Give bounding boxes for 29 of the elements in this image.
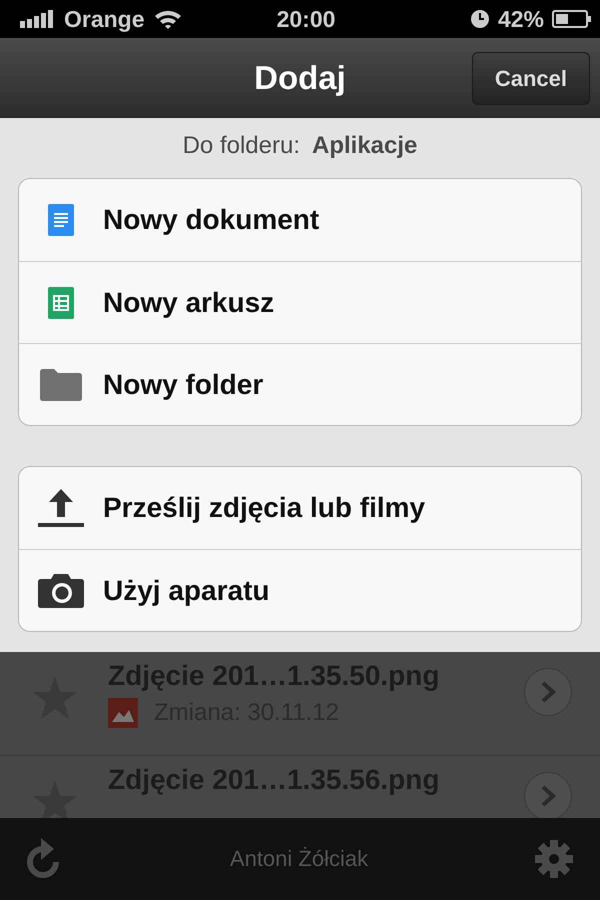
chevron-icon: [540, 681, 556, 703]
clock-time: 20:00: [276, 6, 336, 32]
settings-icon[interactable]: [534, 839, 574, 879]
carrier-name: Orange: [64, 6, 145, 32]
menu-item[interactable]: Prześlij zdjęcia lub filmy: [19, 467, 581, 549]
folder-icon: [40, 368, 82, 400]
cancel-button[interactable]: Cancel: [472, 52, 590, 105]
spreadsheet-icon: [48, 286, 74, 318]
upload-icon: [38, 489, 84, 527]
menu-item[interactable]: Użyj aparatu: [19, 549, 581, 631]
alarm-icon: [470, 9, 490, 29]
menu-item[interactable]: Nowy arkusz: [19, 261, 581, 343]
folder-label: Do folderu:: [182, 132, 300, 160]
details-button[interactable]: [524, 772, 572, 818]
battery-icon: [552, 9, 592, 29]
screen-title: Dodaj: [254, 58, 346, 96]
folder-name: Aplikacje: [312, 132, 418, 160]
battery-percent: 42%: [498, 6, 544, 32]
signal-icon: [20, 10, 56, 28]
chevron-icon: [540, 785, 556, 807]
menu-item[interactable]: Nowy dokument: [19, 179, 581, 261]
wifi-icon: [152, 8, 183, 30]
image-file-icon: [108, 698, 138, 728]
star-icon[interactable]: [32, 780, 78, 818]
account-name: Antoni Żółciak: [230, 846, 368, 872]
menu-item[interactable]: Nowy folder: [19, 343, 581, 425]
document-icon: [48, 204, 74, 236]
camera-icon: [38, 574, 84, 608]
details-button[interactable]: [524, 668, 572, 716]
